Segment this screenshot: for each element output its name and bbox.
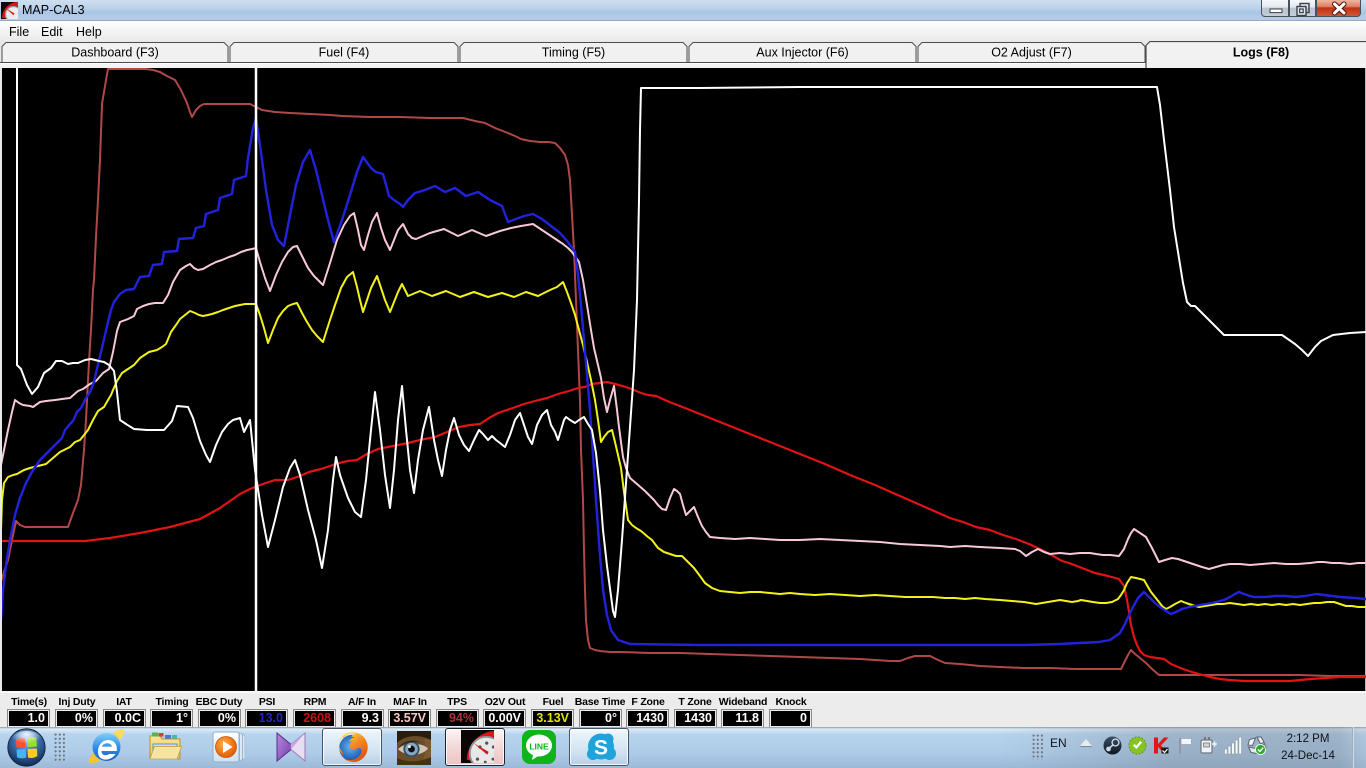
svg-text:Aux Injector (F6): Aux Injector (F6) <box>756 46 848 60</box>
svg-text:Timing (F5): Timing (F5) <box>542 46 605 60</box>
svg-text:S: S <box>594 737 608 760</box>
svg-text:Fuel (F4): Fuel (F4) <box>319 46 370 60</box>
svg-text:LINE: LINE <box>529 742 549 752</box>
svg-text:O2 Adjust (F7): O2 Adjust (F7) <box>991 46 1072 60</box>
svg-text:Logs (F8): Logs (F8) <box>1233 46 1289 60</box>
svg-text:Dashboard (F3): Dashboard (F3) <box>71 46 159 60</box>
